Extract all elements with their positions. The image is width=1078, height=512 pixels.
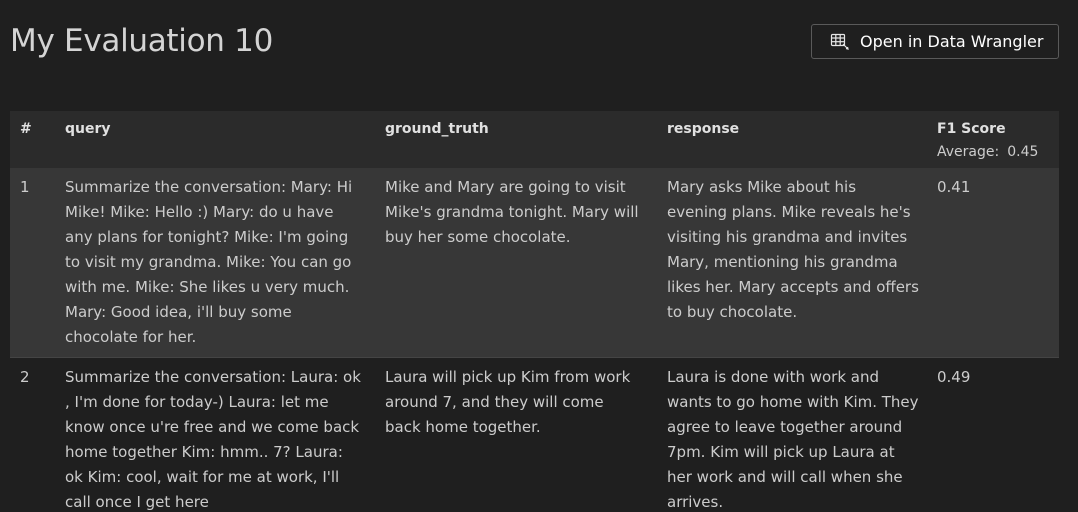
column-header-response[interactable]: response (667, 111, 937, 168)
query-cell: Summarize the conversation: Laura: ok , … (65, 358, 385, 512)
table-row[interactable]: 1 Summarize the conversation: Mary: Hi M… (10, 168, 1059, 358)
query-cell: Summarize the conversation: Mary: Hi Mik… (65, 168, 385, 358)
column-header-f1-score[interactable]: F1 Score Average: 0.45 (937, 111, 1059, 168)
ground-truth-cell: Mike and Mary are going to visit Mike's … (385, 168, 667, 358)
table-row[interactable]: 2 Summarize the conversation: Laura: ok … (10, 358, 1059, 512)
row-number: 1 (20, 178, 30, 196)
column-header-num[interactable]: # (10, 111, 65, 168)
table-header-row: # query ground_truth response F1 Score A… (10, 111, 1059, 168)
query-text: Summarize the conversation: Laura: ok , … (65, 368, 361, 511)
average-value: 0.45 (1007, 144, 1039, 160)
f1-average: Average: 0.45 (937, 144, 1059, 160)
response-text: Laura is done with work and wants to go … (667, 368, 919, 511)
query-text: Summarize the conversation: Mary: Hi Mik… (65, 178, 353, 346)
column-header-ground-truth[interactable]: ground_truth (385, 111, 667, 168)
ground-truth-text: Mike and Mary are going to visit Mike's … (385, 178, 639, 246)
response-cell: Laura is done with work and wants to go … (667, 358, 937, 512)
row-number: 2 (20, 368, 30, 386)
f1-score-cell: 0.49 (937, 368, 971, 386)
open-button-label: Open in Data Wrangler (860, 32, 1044, 51)
response-cell: Mary asks Mike about his evening plans. … (667, 168, 937, 358)
data-wrangler-icon (830, 33, 850, 51)
column-header-query[interactable]: query (65, 111, 385, 168)
evaluation-page: My Evaluation 10 Open in Data Wrangler #… (0, 0, 1078, 512)
open-in-data-wrangler-button[interactable]: Open in Data Wrangler (811, 24, 1059, 59)
f1-score-label: F1 Score (937, 121, 1006, 137)
ground-truth-text: Laura will pick up Kim from work around … (385, 368, 631, 436)
page-title: My Evaluation 10 (10, 23, 274, 59)
response-text: Mary asks Mike about his evening plans. … (667, 178, 919, 321)
ground-truth-cell: Laura will pick up Kim from work around … (385, 358, 667, 512)
f1-score-cell: 0.41 (937, 178, 971, 196)
evaluation-table: # query ground_truth response F1 Score A… (10, 111, 1059, 512)
average-label: Average: (937, 144, 1000, 160)
